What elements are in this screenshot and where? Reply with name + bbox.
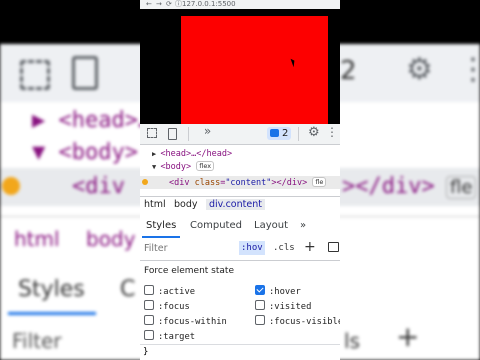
arrow-left-icon[interactable]: ← <box>146 0 152 9</box>
styles-panel-tabs: Styles Computed Layout » <box>140 214 340 239</box>
content-div-red-box[interactable] <box>181 16 328 124</box>
bg-filter: Filter <box>12 329 62 353</box>
bg-div-line: <div <box>72 174 125 199</box>
flex-badge[interactable]: flex <box>196 161 215 171</box>
more-tabs-chevron[interactable]: » <box>202 125 213 137</box>
div-close-tag: ></div> <box>271 178 308 188</box>
elements-tree: ▶ <head>…</head> ▼ <body> flex <div clas… <box>140 145 340 195</box>
inspect-element-icon[interactable] <box>147 128 157 138</box>
state-hover[interactable]: :hover <box>255 285 301 298</box>
bg-tab-c: C <box>120 277 136 302</box>
bg-more-icon: ⋮ <box>458 52 480 87</box>
div-flex-badge[interactable]: fle <box>312 177 327 187</box>
tab-layout[interactable]: Layout <box>254 220 288 231</box>
issues-badge[interactable]: 2 <box>267 127 292 140</box>
checkbox-focus[interactable] <box>144 300 154 310</box>
bg-body-line: ▼ <body> <box>32 140 138 165</box>
address-bar: ← → ⟳ ⓘ 127.0.0.1:5500 <box>140 0 340 9</box>
gear-icon[interactable]: ⚙ <box>308 126 320 139</box>
arrow-right-icon[interactable]: → <box>156 0 162 9</box>
rendering-emulation-icon[interactable] <box>328 242 339 252</box>
state-visited[interactable]: :visited <box>255 300 311 313</box>
breadcrumb-body[interactable]: body <box>174 199 198 210</box>
breadcrumb-div-content[interactable]: div.content <box>206 199 265 210</box>
info-icon: ⓘ <box>175 0 182 8</box>
bg-inspect-icon <box>20 60 50 90</box>
toolbar-separator-2 <box>298 127 299 141</box>
checkbox-target[interactable] <box>144 330 154 340</box>
toolbar-separator <box>188 127 189 141</box>
hov-toggle[interactable]: :hov <box>239 241 265 255</box>
body-node[interactable]: ▼ <body> flex <box>152 161 215 173</box>
bg-crumb-body: body <box>86 227 136 251</box>
div-content-node[interactable]: <div class="content"></div> fle <box>169 177 327 189</box>
page-viewport <box>140 9 340 124</box>
closing-brace: } <box>143 347 149 357</box>
div-attr-value: "content" <box>225 178 272 188</box>
head-node[interactable]: ▶ <head>…</head> <box>152 148 232 160</box>
bg-div-close: ></div> <box>342 174 435 199</box>
tab-styles[interactable]: Styles <box>146 220 176 231</box>
checkbox-hover[interactable] <box>255 285 265 295</box>
bg-plus: + <box>396 320 420 353</box>
state-focus-within[interactable]: :focus-within <box>144 315 227 328</box>
force-state-title: Force element state <box>144 266 234 276</box>
bg-device-icon <box>72 56 98 90</box>
bg-crumb-html: html <box>14 227 60 251</box>
bg-gear-icon: ⚙ <box>406 52 433 87</box>
hover-state-dot <box>142 179 148 185</box>
checkbox-focus-within[interactable] <box>144 315 154 325</box>
bg-tab-underline <box>8 312 96 315</box>
state-target[interactable]: :target <box>144 330 195 343</box>
more-options-icon[interactable]: ⋮ <box>326 126 338 138</box>
tab-more-chevron[interactable]: » <box>300 220 306 231</box>
bg-cls: ls <box>344 329 360 353</box>
checkbox-focus-visible[interactable] <box>255 315 265 325</box>
issues-count: 2 <box>282 128 289 139</box>
div-attr-name: class <box>194 178 221 188</box>
body-tag: <body> <box>160 162 192 172</box>
state-focus-visible[interactable]: :focus-visible <box>255 315 340 328</box>
style-rule-closing: } <box>140 344 340 360</box>
state-focus[interactable]: :focus <box>144 300 190 313</box>
checkbox-visited[interactable] <box>255 300 265 310</box>
reload-icon[interactable]: ⟳ <box>166 0 172 9</box>
div-open-tag: <div <box>169 178 195 188</box>
url-text[interactable]: 127.0.0.1:5500 <box>182 0 236 9</box>
state-active[interactable]: :active <box>144 285 195 298</box>
head-tag: <head>…</head> <box>160 149 233 159</box>
cls-toggle[interactable]: .cls <box>273 241 295 255</box>
bg-issues-count: 2 <box>340 56 357 86</box>
styles-filter-input[interactable] <box>144 242 232 255</box>
bg-head-line: ▶ <head>… <box>32 108 152 133</box>
bg-tab-styles: Styles <box>18 277 85 302</box>
breadcrumb: html body div.content <box>140 196 340 215</box>
browser-window: ← → ⟳ ⓘ 127.0.0.1:5500 » 2 ⚙ ⋮ ▶ <head>…… <box>140 0 340 360</box>
force-element-state-panel: Force element state :active :hover :focu… <box>140 261 340 350</box>
device-toolbar-icon[interactable] <box>168 128 177 140</box>
bg-dot <box>2 177 20 195</box>
styles-filter-bar: :hov .cls + <box>140 238 340 261</box>
new-style-rule-button[interactable]: + <box>304 239 316 255</box>
checkbox-active[interactable] <box>144 285 154 295</box>
issues-icon <box>270 129 279 137</box>
devtools-toolbar: » 2 ⚙ ⋮ <box>140 124 340 145</box>
bg-flex-badge: fle <box>446 176 477 199</box>
breadcrumb-html[interactable]: html <box>144 199 166 210</box>
tab-computed[interactable]: Computed <box>190 220 242 231</box>
